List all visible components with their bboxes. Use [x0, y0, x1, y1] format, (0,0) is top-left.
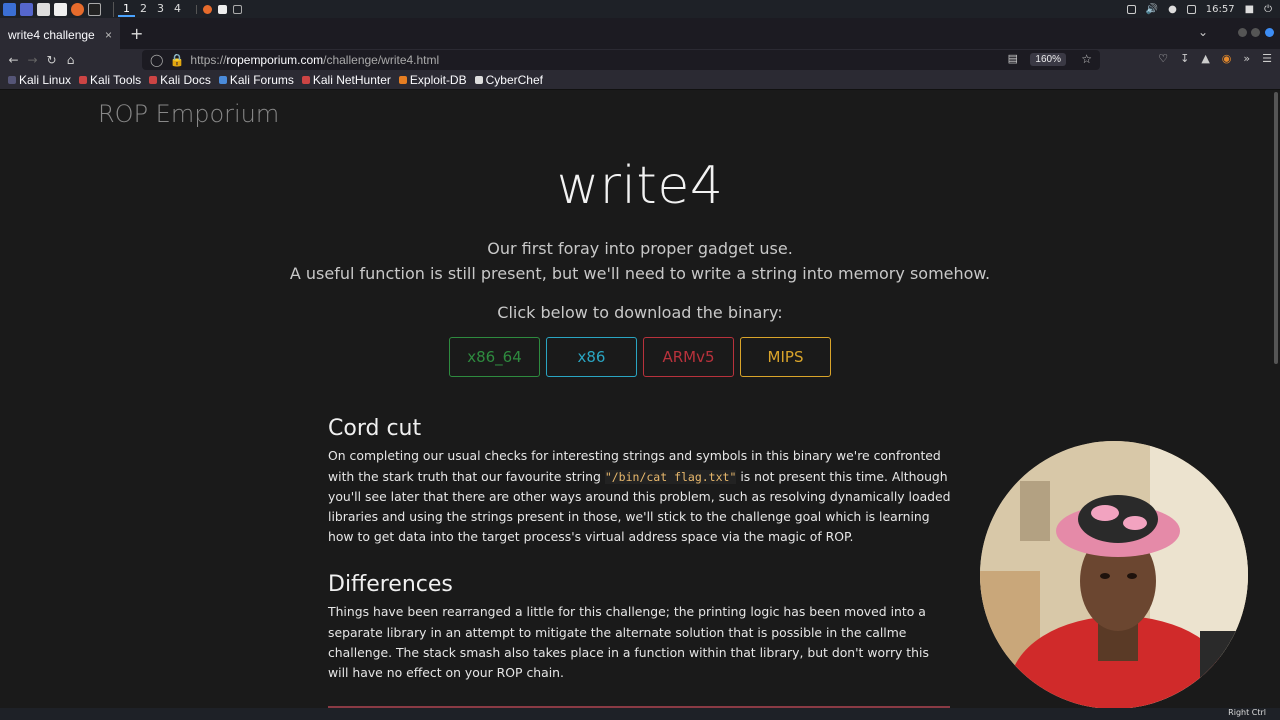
maximize-icon[interactable]: [1251, 28, 1260, 37]
section-paragraph: On completing our usual checks for inter…: [328, 446, 953, 547]
close-window-icon[interactable]: [1265, 28, 1274, 37]
bookmark-label: Kali Tools: [90, 73, 142, 87]
home-icon[interactable]: ⌂: [61, 53, 80, 67]
bookmark-kali-nethunter[interactable]: Kali NetHunter: [301, 73, 391, 87]
bookmark-label: Kali Docs: [160, 73, 211, 87]
clock[interactable]: 16:57: [1206, 4, 1235, 15]
bookmark-kali-linux[interactable]: Kali Linux: [8, 73, 71, 87]
notification-icon[interactable]: ●: [1168, 4, 1177, 15]
bookmark-cyberchef[interactable]: CyberChef: [474, 73, 543, 87]
download-x86-button[interactable]: x86: [546, 337, 637, 377]
section-paragraph: Things have been rearranged a little for…: [328, 604, 929, 681]
kali-icon: [8, 76, 16, 84]
workspace-switcher: 1 2 3 4: [113, 1, 186, 17]
bookmark-label: Kali Forums: [229, 73, 294, 87]
bookmark-label: CyberChef: [485, 73, 543, 87]
back-icon[interactable]: ←: [4, 53, 23, 67]
task-terminal-icon[interactable]: [233, 4, 242, 14]
close-tab-icon[interactable]: ×: [105, 28, 112, 42]
page-title: write4: [556, 156, 724, 216]
task-firefox-icon[interactable]: [203, 4, 212, 14]
reader-view-icon[interactable]: ▤: [1008, 52, 1018, 65]
battery-icon[interactable]: [1186, 4, 1196, 14]
task-editor-icon[interactable]: [218, 4, 227, 14]
page-scrollbar[interactable]: [1272, 90, 1280, 708]
bookmark-kali-forums[interactable]: Kali Forums: [218, 73, 294, 87]
download-buttons: x86_64 x86 ARMv5 MIPS: [449, 337, 831, 377]
browser-tab-bar: write4 challenge × + ⌄: [0, 18, 1280, 49]
url-prefix: https://: [190, 53, 227, 67]
firefox-icon[interactable]: [71, 2, 84, 16]
download-armv5-button[interactable]: ARMv5: [643, 337, 734, 377]
lock-secure-icon[interactable]: 🔒: [169, 53, 184, 67]
pocket-icon[interactable]: ♡: [1158, 52, 1168, 65]
forward-icon[interactable]: →: [23, 53, 42, 67]
display-icon[interactable]: [1126, 4, 1136, 14]
download-mips-button[interactable]: MIPS: [740, 337, 831, 377]
section-heading: Cord cut: [328, 416, 422, 441]
kali-docs-icon: [149, 76, 158, 84]
section-differences: Differences Things have been rearranged …: [328, 572, 953, 683]
zoom-level[interactable]: 160%: [1030, 53, 1066, 66]
tab-title: write4 challenge: [8, 27, 95, 42]
subtitle-line-1: Our first foray into proper gadget use.: [487, 239, 793, 258]
bookmark-exploit-db[interactable]: Exploit-DB: [398, 73, 467, 87]
url-host: ropemporium.com: [226, 53, 324, 67]
reload-icon[interactable]: ↻: [42, 53, 61, 67]
bookmark-kali-docs[interactable]: Kali Docs: [149, 73, 211, 87]
workspace-2[interactable]: 2: [135, 2, 152, 17]
bookmark-kali-tools[interactable]: Kali Tools: [79, 73, 141, 87]
url-bar[interactable]: ◯ 🔒 https://ropemporium.com/challenge/wr…: [142, 50, 1100, 70]
inline-code: "/bin/cat flag.txt": [604, 469, 737, 484]
terminal-icon[interactable]: [88, 2, 101, 16]
site-brand[interactable]: ROP Emporium: [98, 100, 279, 128]
overflow-menu-icon[interactable]: »: [1243, 52, 1250, 65]
new-tab-button[interactable]: +: [130, 24, 143, 43]
nethunter-icon: [301, 76, 310, 84]
task-list: [196, 4, 242, 14]
text-editor-icon[interactable]: [54, 2, 67, 16]
section-heading: Differences: [328, 572, 453, 597]
bookmark-label: Kali Linux: [19, 73, 72, 87]
downloads-icon[interactable]: ↧: [1180, 52, 1189, 65]
kali-tools-icon: [79, 76, 88, 84]
workspace-3[interactable]: 3: [152, 2, 169, 17]
vm-status-bar: Right Ctrl: [0, 708, 1280, 720]
workspace-1[interactable]: 1: [118, 2, 135, 17]
download-x86-64-button[interactable]: x86_64: [449, 337, 540, 377]
extensions-icon[interactable]: ▲: [1201, 52, 1209, 65]
workspace-4[interactable]: 4: [169, 2, 186, 17]
host-key-label: Right Ctrl: [1228, 708, 1266, 717]
minimize-icon[interactable]: [1238, 28, 1247, 37]
bookmark-label: Kali NetHunter: [312, 73, 391, 87]
power-icon[interactable]: ⏻: [1264, 4, 1272, 15]
subtitle-line-2: A useful function is still present, but …: [289, 264, 991, 283]
tracking-shield-icon[interactable]: ◯: [150, 53, 163, 67]
bookmark-star-icon[interactable]: ☆: [1081, 52, 1092, 66]
kali-forums-icon: [218, 76, 227, 84]
system-taskbar: 1 2 3 4 🔊 ● 16:57 ■ ⏻: [0, 0, 1280, 18]
bookmark-label: Exploit-DB: [409, 73, 467, 87]
hamburger-menu-icon[interactable]: ☰: [1262, 52, 1272, 65]
list-tabs-icon[interactable]: ⌄: [1198, 25, 1208, 39]
webcam-presenter-image: [980, 441, 1248, 709]
lock-icon[interactable]: ■: [1245, 4, 1254, 15]
browser-navbar: ← → ↻ ⌂ ◯ 🔒 https://ropemporium.com/chal…: [0, 49, 1280, 71]
url-path: /challenge/write4.html: [323, 53, 440, 67]
tab-write4-challenge[interactable]: write4 challenge ×: [0, 18, 120, 49]
file-manager-icon[interactable]: [37, 2, 50, 16]
section-cord-cut: Cord cut On completing our usual checks …: [328, 416, 953, 548]
fox-extension-icon[interactable]: ◉: [1222, 52, 1232, 65]
cyberchef-icon: [474, 76, 483, 84]
download-prompt: Click below to download the binary:: [497, 303, 783, 322]
kali-menu-icon[interactable]: [3, 2, 16, 16]
scrollbar-thumb[interactable]: [1274, 92, 1278, 364]
volume-icon[interactable]: 🔊: [1146, 4, 1158, 15]
desktop-icon[interactable]: [20, 2, 33, 16]
bookmarks-toolbar: Kali Linux Kali Tools Kali Docs Kali For…: [0, 71, 1280, 90]
exploit-db-icon: [398, 76, 407, 84]
webcam-overlay: [980, 441, 1248, 709]
